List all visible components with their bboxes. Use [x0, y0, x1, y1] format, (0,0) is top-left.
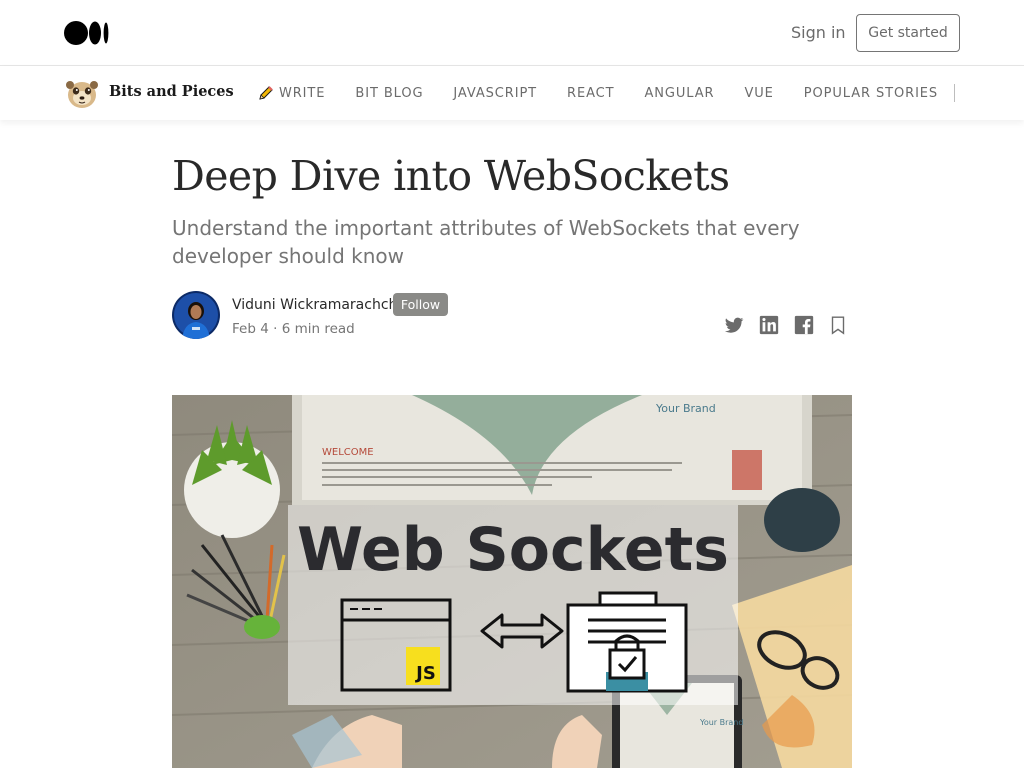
twitter-icon[interactable]: [723, 314, 745, 336]
hero-heading: Web Sockets: [297, 515, 729, 585]
article-meta: Feb 4 · 6 min read: [232, 321, 355, 337]
hero-image: Your Brand WELCOME Your Brand Web Socket…: [172, 395, 852, 768]
medium-logo-icon[interactable]: [64, 21, 110, 45]
get-started-button[interactable]: Get started: [856, 14, 960, 52]
bookmark-icon[interactable]: [827, 314, 849, 336]
nav-item-popular-stories[interactable]: POPULAR STORIES: [804, 86, 938, 101]
facebook-icon[interactable]: [793, 314, 815, 336]
author-avatar[interactable]: [172, 291, 220, 339]
top-bar: Sign in Get started: [0, 0, 1024, 66]
nav-divider: [954, 84, 956, 102]
nav-items: WRITE BIT BLOG JAVASCRIPT REACT ANGULAR …: [258, 66, 964, 120]
nav-item-javascript[interactable]: JAVASCRIPT: [453, 86, 537, 101]
nav-item-react[interactable]: REACT: [567, 86, 614, 101]
sign-in-link[interactable]: Sign in: [791, 23, 846, 42]
article-subtitle: Understand the important attributes of W…: [172, 216, 800, 268]
screen-welcome-text: WELCOME: [322, 447, 374, 458]
publication-name[interactable]: Bits and Pieces: [109, 83, 234, 100]
article-title: Deep Dive into WebSockets: [172, 152, 730, 200]
nav-item-bit-blog[interactable]: BIT BLOG: [355, 86, 423, 101]
nav-item-write[interactable]: WRITE: [258, 85, 325, 101]
screen-brand-text: Your Brand: [655, 402, 716, 415]
meta-separator: ·: [273, 321, 278, 337]
nav-label-write: WRITE: [279, 85, 326, 101]
nav-item-angular[interactable]: ANGULAR: [644, 86, 714, 101]
publish-date[interactable]: Feb 4: [232, 321, 269, 337]
js-badge-text: JS: [414, 663, 436, 684]
nav-item-vue[interactable]: VUE: [744, 86, 773, 101]
publication-nav: Bits and Pieces WRITE BIT BLOG JAVASCRIP…: [0, 66, 1024, 120]
linkedin-icon[interactable]: [758, 314, 780, 336]
pencil-icon: [259, 86, 273, 100]
tablet-brand-text: Your Brand: [699, 718, 743, 727]
read-time: 6 min read: [281, 321, 355, 337]
follow-button[interactable]: Follow: [393, 293, 448, 316]
meerkat-avatar-icon[interactable]: [64, 76, 100, 110]
author-name[interactable]: Viduni Wickramarachchi: [232, 297, 401, 313]
